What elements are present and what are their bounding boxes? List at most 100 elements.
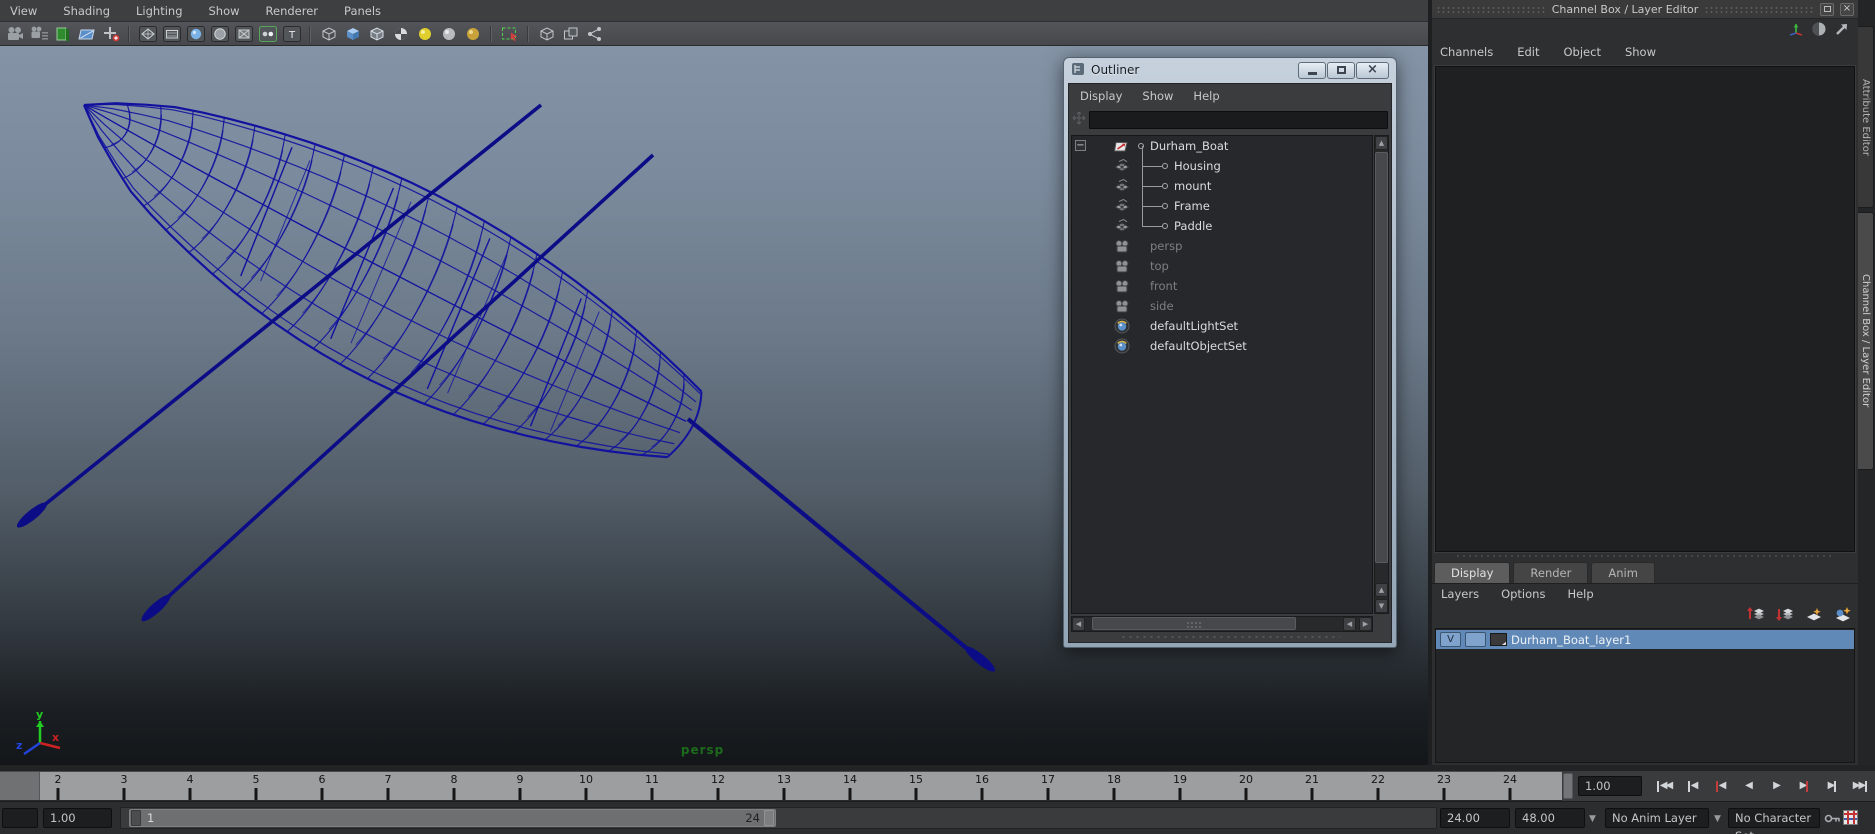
- ball-check-icon[interactable]: [390, 24, 412, 44]
- playback-start-field[interactable]: 1.00: [43, 808, 112, 828]
- film-gate-icon[interactable]: [161, 24, 183, 44]
- menu-show-outliner[interactable]: Show: [1142, 89, 1173, 103]
- outliner-item-side[interactable]: side: [1072, 296, 1372, 316]
- outliner-item-label[interactable]: Paddle: [1174, 219, 1212, 233]
- play-backwards-button[interactable]: ◀: [1736, 776, 1760, 797]
- layer-row[interactable]: V Durham_Boat_layer1: [1436, 630, 1854, 649]
- image-plane-icon[interactable]: [76, 24, 98, 44]
- menu-lighting[interactable]: Lighting: [136, 4, 182, 18]
- tab-display[interactable]: Display: [1434, 562, 1511, 583]
- anim-layer-dropdown[interactable]: No Anim Layer: [1605, 808, 1709, 828]
- dock-close-button[interactable]: ×: [1840, 2, 1854, 16]
- outliner-search-input[interactable]: [1089, 110, 1388, 129]
- range-start-handle[interactable]: [131, 810, 141, 826]
- xray-icon[interactable]: [536, 24, 558, 44]
- scroll-left-button-2[interactable]: ◀: [1343, 617, 1356, 631]
- outliner-item-front[interactable]: front: [1072, 276, 1372, 296]
- menu-view[interactable]: View: [10, 4, 37, 18]
- step-back-frame-button[interactable]: ◀: [1680, 776, 1704, 797]
- display-layer-list[interactable]: V Durham_Boat_layer1: [1435, 628, 1855, 763]
- layer-visibility-toggle[interactable]: V: [1440, 632, 1461, 647]
- window-resize-grip[interactable]: [1069, 634, 1391, 641]
- scroll-down-button[interactable]: ▼: [1375, 599, 1388, 613]
- pan-zoom-icon[interactable]: [100, 24, 122, 44]
- outliner-item-label[interactable]: front: [1150, 279, 1177, 293]
- channel-box-empty-area[interactable]: [1435, 66, 1855, 552]
- time-slider[interactable]: 2 3 4 5 6 7 8 9 10 11 12 13 14 15 16 17 18 19 20 21 22 23 24: [0, 771, 1562, 801]
- lights-icon[interactable]: [257, 24, 279, 44]
- scroll-left-button[interactable]: ◀: [1072, 617, 1085, 631]
- outliner-item-top[interactable]: top: [1072, 256, 1372, 276]
- menu-edit[interactable]: Edit: [1517, 45, 1539, 59]
- outliner-item-defaultObjectSet[interactable]: defaultObjectSet: [1072, 336, 1372, 356]
- outliner-tree[interactable]: − Durham_Boat Housing mount Frame Paddle persp…: [1071, 135, 1373, 614]
- scroll-up-button-2[interactable]: ▲: [1375, 583, 1388, 597]
- go-to-start-button[interactable]: ◀◀: [1652, 776, 1676, 797]
- menu-help[interactable]: Help: [1567, 587, 1593, 601]
- tab-anim[interactable]: Anim: [1591, 562, 1655, 583]
- minimize-button[interactable]: [1298, 61, 1326, 79]
- outliner-item-defaultLightSet[interactable]: defaultLightSet: [1072, 316, 1372, 336]
- ball-yellow-icon[interactable]: [414, 24, 436, 44]
- smooth-shade-icon[interactable]: [185, 24, 207, 44]
- menu-display[interactable]: Display: [1080, 89, 1122, 103]
- outliner-item-label[interactable]: top: [1150, 259, 1169, 273]
- auto-keyframe-toggle-icon[interactable]: [1843, 810, 1858, 825]
- outliner-item-label[interactable]: persp: [1150, 239, 1182, 253]
- layer-color-swatch[interactable]: [1490, 633, 1507, 646]
- outliner-item-persp[interactable]: persp: [1072, 236, 1372, 256]
- contrast-toggle-icon[interactable]: [1811, 21, 1827, 40]
- scrollbar-thumb-h[interactable]: [1092, 617, 1296, 630]
- scroll-right-button[interactable]: ▶: [1359, 617, 1372, 631]
- anim-layer-dropdown-icon[interactable]: ▼: [1589, 814, 1596, 824]
- tab-render[interactable]: Render: [1513, 562, 1589, 583]
- layer-display-type-toggle[interactable]: [1465, 632, 1486, 647]
- share-icon[interactable]: [584, 24, 606, 44]
- close-button[interactable]: ×: [1356, 61, 1389, 79]
- maximize-button[interactable]: [1327, 61, 1355, 79]
- dock-header[interactable]: Channel Box / Layer Editor ×: [1432, 0, 1858, 19]
- ball-gray-icon[interactable]: [438, 24, 460, 44]
- menu-renderer[interactable]: Renderer: [266, 4, 319, 18]
- outliner-item-label[interactable]: defaultLightSet: [1150, 319, 1238, 333]
- step-forward-key-button[interactable]: ▶: [1792, 776, 1816, 797]
- cube-wire-icon[interactable]: [318, 24, 340, 44]
- move-layer-up-icon[interactable]: [1746, 605, 1766, 626]
- outliner-item-label[interactable]: Durham_Boat: [1150, 139, 1228, 153]
- outliner-horizontal-scrollbar[interactable]: ◀ ◀ ▶: [1071, 616, 1373, 632]
- tab-channel-box-layer-editor[interactable]: Channel Box / Layer Editor: [1858, 212, 1874, 470]
- outliner-item-label[interactable]: mount: [1174, 179, 1211, 193]
- textured-icon[interactable]: [233, 24, 255, 44]
- menu-channels[interactable]: Channels: [1440, 45, 1493, 59]
- playback-end-field[interactable]: 24.00: [1440, 808, 1510, 828]
- layer-name[interactable]: Durham_Boat_layer1: [1511, 633, 1631, 647]
- copy-icon[interactable]: [560, 24, 582, 44]
- bookmark-icon[interactable]: [52, 24, 74, 44]
- outliner-item-mount[interactable]: mount: [1072, 176, 1372, 196]
- outliner-item-Frame[interactable]: Frame: [1072, 196, 1372, 216]
- isolate-select-icon[interactable]: [499, 24, 521, 44]
- outliner-item-label[interactable]: side: [1150, 299, 1174, 313]
- default-material-icon[interactable]: T: [281, 24, 303, 44]
- new-layer-from-selected-icon[interactable]: [1833, 605, 1853, 626]
- scrollbar-thumb[interactable]: [1375, 152, 1388, 563]
- new-empty-layer-icon[interactable]: [1804, 605, 1824, 626]
- cube-blue-icon[interactable]: [342, 24, 364, 44]
- outliner-item-label[interactable]: Housing: [1174, 159, 1221, 173]
- outliner-item-Paddle[interactable]: Paddle: [1072, 216, 1372, 236]
- play-forwards-button[interactable]: ▶: [1764, 776, 1788, 797]
- outliner-item-label[interactable]: Frame: [1174, 199, 1210, 213]
- menu-layers[interactable]: Layers: [1441, 587, 1479, 601]
- dock-restore-button[interactable]: [1820, 2, 1834, 16]
- step-forward-frame-button[interactable]: ▶: [1820, 776, 1844, 797]
- character-set-dropdown-icon[interactable]: ▼: [1714, 814, 1721, 824]
- menu-shading[interactable]: Shading: [63, 4, 110, 18]
- menu-panels[interactable]: Panels: [344, 4, 381, 18]
- wireframe-icon[interactable]: [137, 24, 159, 44]
- step-back-key-button[interactable]: ◀: [1708, 776, 1732, 797]
- current-time-field[interactable]: 1.00: [1578, 776, 1642, 796]
- current-frame-marker[interactable]: [0, 772, 40, 800]
- outliner-vertical-scrollbar[interactable]: ▲ ▲ ▼: [1374, 135, 1389, 614]
- scroll-up-button[interactable]: ▲: [1375, 136, 1388, 150]
- collapse-toggle[interactable]: −: [1075, 140, 1086, 151]
